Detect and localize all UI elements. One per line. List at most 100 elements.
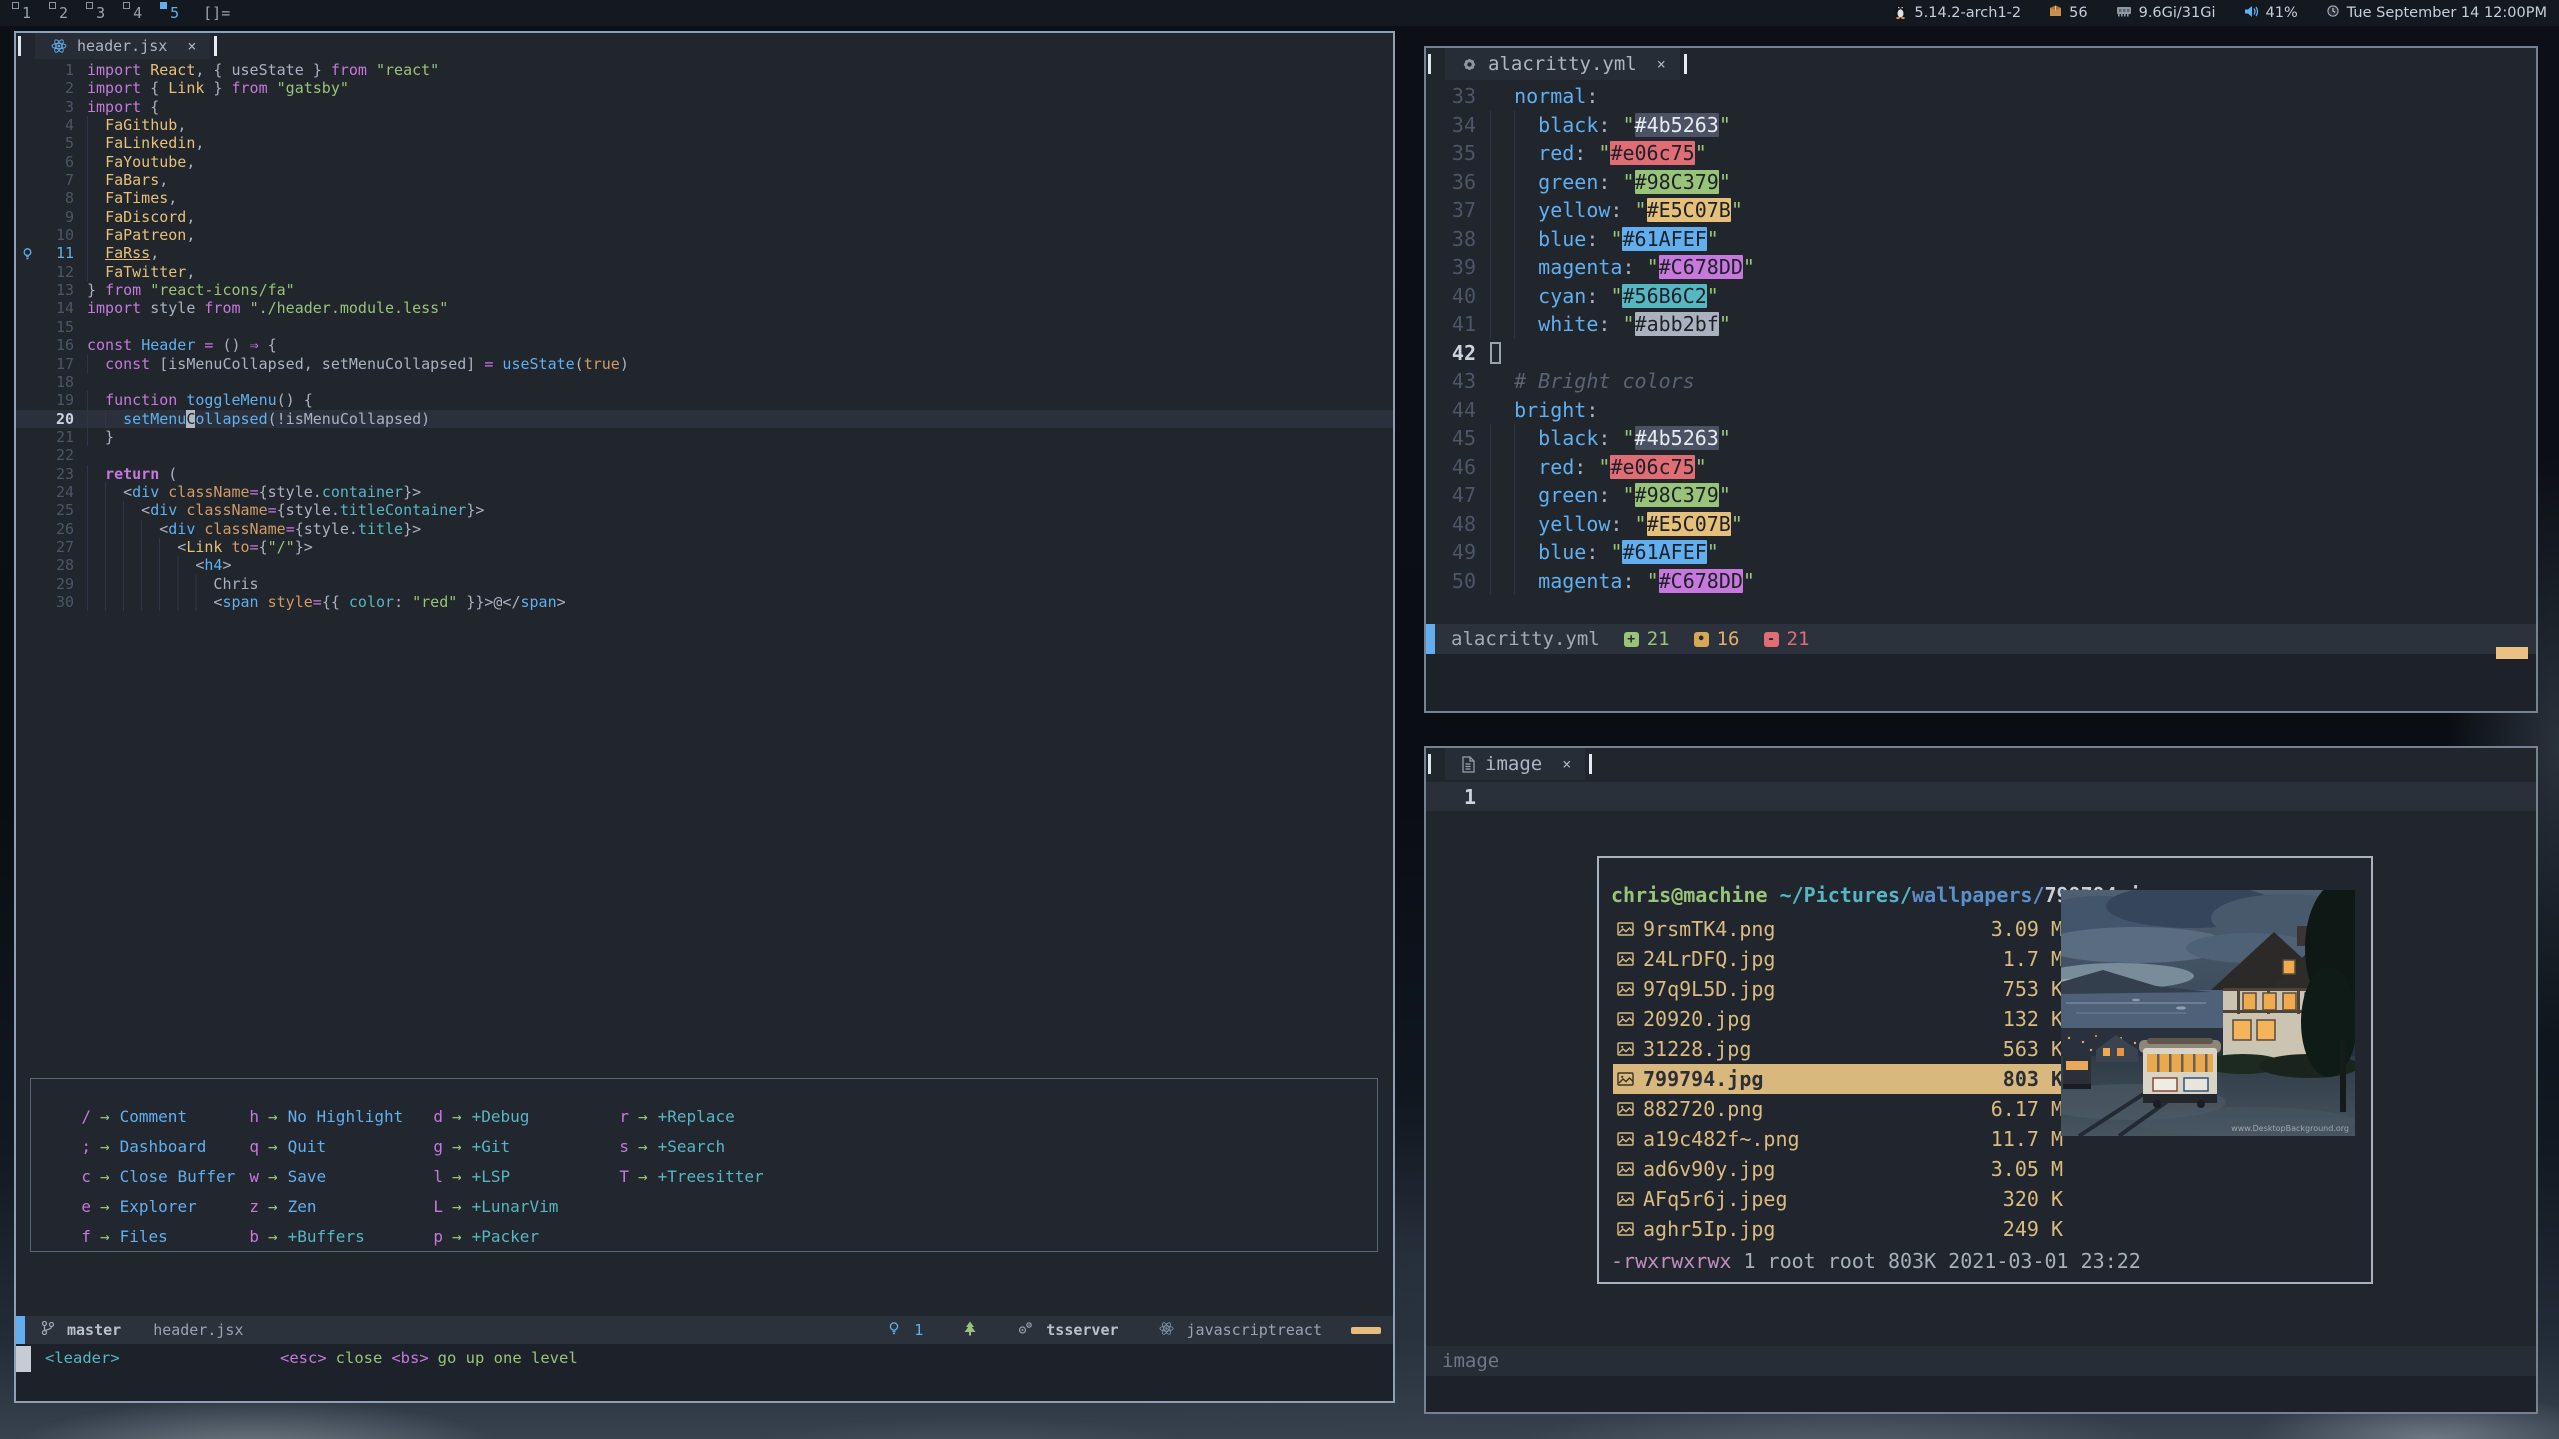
code-line[interactable]: 20 setMenuCollapsed(!isMenuCollapsed) [16,410,1393,428]
code-line[interactable]: 9 FaDiscord, [16,208,1393,226]
close-icon[interactable]: × [187,37,196,55]
close-icon[interactable]: × [1562,755,1571,773]
tab-alacritty-yml[interactable]: alacritty.yml × [1445,48,1680,80]
yaml-line[interactable]: 50 magenta: "#C678DD" [1426,567,2536,596]
file-row[interactable]: a19c482f~.png11.7 M [1613,1124,2069,1154]
code-text: const [isMenuCollapsed, setMenuCollapsed… [87,355,629,373]
code-line[interactable]: 10 FaPatreon, [16,226,1393,244]
code-line[interactable]: 23 return ( [16,465,1393,483]
whichkey-item[interactable]: q→Quit [243,1131,403,1161]
whichkey-item[interactable]: g→+Git [427,1131,558,1161]
yaml-line[interactable]: 34 black: "#4b5263" [1426,111,2536,140]
code-line[interactable]: 6 FaYoutube, [16,153,1393,171]
yaml-line[interactable]: 44 bright: [1426,396,2536,425]
workspace-4[interactable]: 4 [123,1,142,25]
file-row[interactable]: 20920.jpg132 K [1613,1004,2069,1034]
code-line[interactable]: 24 <div className={style.container}> [16,483,1393,501]
file-row[interactable]: 882720.png6.17 M [1613,1094,2069,1124]
yaml-line[interactable]: 40 cyan: "#56B6C2" [1426,282,2536,311]
code-line[interactable]: 11 FaRss, [16,244,1393,262]
line-number: 24 [38,483,87,501]
code-line[interactable]: 18 [16,373,1393,391]
code-line[interactable]: 25 <div className={style.titleContainer}… [16,501,1393,519]
whichkey-item[interactable]: p→+Packer [427,1221,558,1251]
workspace-3[interactable]: 3 [86,1,105,25]
yaml-line[interactable]: 36 green: "#98C379" [1426,168,2536,197]
file-row[interactable]: 31228.jpg563 K [1613,1034,2069,1064]
whichkey-item[interactable]: z→Zen [243,1191,403,1221]
yaml-line[interactable]: 39 magenta: "#C678DD" [1426,253,2536,282]
line-number: 27 [38,538,87,556]
whichkey-item[interactable]: d→+Debug [427,1101,558,1131]
file-row[interactable]: 9rsmTK4.png3.09 M [1613,914,2069,944]
yaml-line[interactable]: 35 red: "#e06c75" [1426,139,2536,168]
code-line[interactable]: 2import { Link } from "gatsby" [16,79,1393,97]
whichkey-item[interactable]: T→+Treesitter [613,1161,764,1191]
code-text: <div className={style.titleContainer}> [87,501,484,519]
whichkey-item[interactable]: c→Close Buffer [75,1161,235,1191]
yaml-line[interactable]: 41 white: "#abb2bf" [1426,310,2536,339]
yaml-line[interactable]: 42 [1426,339,2536,368]
code-line[interactable]: 19 function toggleMenu() { [16,391,1393,409]
line-number: 6 [38,153,87,171]
whichkey-item[interactable]: l→+LSP [427,1161,558,1191]
code-line[interactable]: 22 [16,446,1393,464]
whichkey-item[interactable]: r→+Replace [613,1101,764,1131]
yaml-line[interactable]: 46 red: "#e06c75" [1426,453,2536,482]
yaml-line[interactable]: 47 green: "#98C379" [1426,481,2536,510]
whichkey-item[interactable]: ;→Dashboard [75,1131,235,1161]
code-line[interactable]: 27 <Link to={"/"}> [16,538,1393,556]
yaml-line[interactable]: 48 yellow: "#E5C07B" [1426,510,2536,539]
yaml-key: cyan [1538,284,1586,308]
yaml-line[interactable]: 33 normal: [1426,82,2536,111]
code-line[interactable]: 13} from "react-icons/fa" [16,281,1393,299]
code-line[interactable]: 5 FaLinkedin, [16,134,1393,152]
whichkey-item[interactable]: s→+Search [613,1131,764,1161]
yaml-line[interactable]: 37 yellow: "#E5C07B" [1426,196,2536,225]
code-line[interactable]: 17 const [isMenuCollapsed, setMenuCollap… [16,355,1393,373]
yaml-text: # Bright colors [1490,367,1695,396]
file-row[interactable]: ad6v90y.jpg3.05 M [1613,1154,2069,1184]
file-row[interactable]: aghr5Ip.jpg249 K [1613,1214,2069,1244]
code-line[interactable]: 29 Chris [16,575,1393,593]
file-size: 563 K [2003,1037,2063,1061]
file-row[interactable]: 799794.jpg803 K [1613,1064,2069,1094]
indent-guides [1490,567,1538,596]
code-line[interactable]: 28 <h4> [16,556,1393,574]
code-line[interactable]: 16const Header = () ⇒ { [16,336,1393,354]
whichkey-item[interactable]: w→Save [243,1161,403,1191]
code-line[interactable]: 4 FaGithub, [16,116,1393,134]
tab-header-jsx[interactable]: header.jsx × [35,33,210,59]
whichkey-item[interactable]: /→Comment [75,1101,235,1131]
tab-image[interactable]: image × [1445,748,1585,780]
yaml-buffer: 33 normal:34 black: "#4b5263"35 red: "#e… [1426,82,2536,595]
code-line[interactable]: 3import { [16,98,1393,116]
code-line[interactable]: 7 FaBars, [16,171,1393,189]
whichkey-item[interactable]: h→No Highlight [243,1101,403,1131]
yaml-line[interactable]: 49 blue: "#61AFEF" [1426,538,2536,567]
workspace-2[interactable]: 2 [49,1,68,25]
file-row[interactable]: 24LrDFQ.jpg1.7 M [1613,944,2069,974]
file-row[interactable]: AFq5r6j.jpeg320 K [1613,1184,2069,1214]
code-line[interactable]: 30 <span style={{ color: "red" }}>@</spa… [16,593,1393,611]
whichkey-item[interactable]: e→Explorer [75,1191,235,1221]
code-line[interactable]: 1import React, { useState } from "react" [16,61,1393,79]
whichkey-item[interactable]: L→+LunarVim [427,1191,558,1221]
yaml-line[interactable]: 43 # Bright colors [1426,367,2536,396]
code-line[interactable]: 12 FaTwitter, [16,263,1393,281]
whichkey-item[interactable]: b→+Buffers [243,1221,403,1251]
yaml-line[interactable]: 45 black: "#4b5263" [1426,424,2536,453]
whichkey-item[interactable]: f→Files [75,1221,235,1251]
workspace-5-active[interactable]: 5 [160,1,179,25]
code-line[interactable]: 26 <div className={style.title}> [16,520,1393,538]
code-line[interactable]: 15 [16,318,1393,336]
yaml-line[interactable]: 38 blue: "#61AFEF" [1426,225,2536,254]
workspace-1[interactable]: 1 [12,1,31,25]
file-row[interactable]: 97q9L5D.jpg753 K [1613,974,2069,1004]
close-icon[interactable]: × [1657,55,1666,73]
code-line[interactable]: 8 FaTimes, [16,189,1393,207]
layout-indicator[interactable]: []= [203,4,230,22]
code-line[interactable]: 21 } [16,428,1393,446]
code-line[interactable]: 14import style from "./header.module.les… [16,299,1393,317]
current-line[interactable]: 1 [1426,782,2536,811]
